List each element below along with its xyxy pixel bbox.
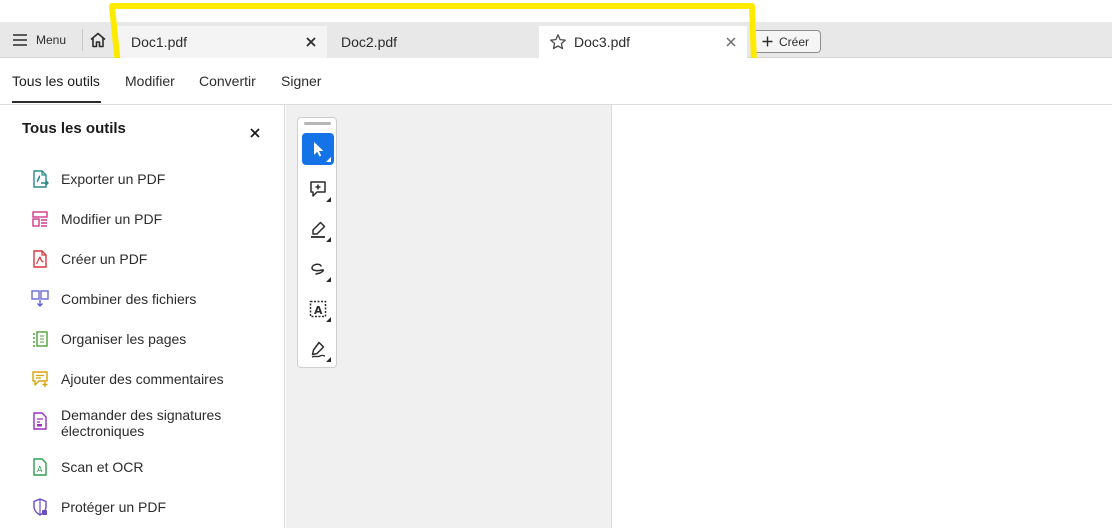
nav-all-tools[interactable]: Tous les outils — [12, 73, 100, 89]
tool-label: Ajouter des commentaires — [61, 371, 224, 387]
scan-ocr-icon: A — [30, 457, 50, 477]
freehand-icon — [311, 263, 325, 275]
plus-icon — [762, 36, 773, 47]
submenu-indicator — [326, 277, 331, 282]
select-tool-button[interactable] — [302, 133, 334, 165]
tool-edit-pdf[interactable]: Modifier un PDF — [30, 209, 162, 229]
tool-nav: Tous les outils Modifier Convertir Signe… — [0, 58, 1112, 105]
create-pdf-icon — [30, 249, 50, 269]
create-button[interactable]: Créer — [752, 30, 821, 53]
star-icon[interactable] — [549, 33, 567, 51]
comment-plus-icon — [310, 181, 326, 197]
tab-label: Doc3.pdf — [574, 34, 631, 50]
home-icon — [90, 32, 106, 48]
request-signatures-icon — [30, 411, 50, 431]
tool-add-comments[interactable]: Ajouter des commentaires — [30, 369, 224, 389]
panel-title: Tous les outils — [22, 120, 126, 137]
tool-organize-pages[interactable]: Organiser les pages — [30, 329, 186, 349]
tool-label: Combiner des fichiers — [61, 291, 197, 307]
submenu-indicator — [326, 237, 331, 242]
comment-icon — [30, 369, 50, 389]
pen-sign-icon — [311, 341, 326, 358]
tab-doc1[interactable]: Doc1.pdf — [117, 26, 327, 58]
document-page-area[interactable] — [613, 105, 1112, 528]
draw-tool-button[interactable] — [302, 253, 334, 285]
tab-doc3[interactable]: Doc3.pdf — [539, 26, 747, 58]
tool-export-pdf[interactable]: Exporter un PDF — [30, 169, 165, 189]
export-pdf-icon — [30, 169, 50, 189]
tab-doc2[interactable]: Doc2.pdf — [327, 26, 539, 58]
cursor-icon — [314, 142, 324, 157]
acrobat-window: Menu Doc1.pdf Doc2.pdf Doc3.pdf Créer To… — [0, 0, 1112, 528]
edit-pdf-icon — [30, 209, 50, 229]
text-box-icon: A — [309, 300, 327, 318]
tool-request-signatures[interactable]: Demander des signatures électroniques — [30, 405, 221, 439]
menu-button[interactable]: Menu — [6, 28, 72, 52]
tool-create-pdf[interactable]: Créer un PDF — [30, 249, 147, 269]
tool-label: Créer un PDF — [61, 251, 148, 267]
nav-convert[interactable]: Convertir — [199, 73, 256, 89]
close-panel-button[interactable] — [250, 125, 264, 139]
tool-label: Protéger un PDF — [61, 499, 167, 515]
submenu-indicator — [326, 317, 331, 322]
hamburger-icon — [13, 34, 27, 46]
nav-sign[interactable]: Signer — [281, 73, 321, 89]
organize-pages-icon — [30, 329, 50, 349]
active-tab-indicator — [12, 101, 101, 103]
tool-scan-ocr[interactable]: A Scan et OCR — [30, 457, 143, 477]
tool-label: Exporter un PDF — [61, 171, 166, 187]
create-label: Créer — [779, 34, 810, 49]
tool-protect-pdf[interactable]: Protéger un PDF — [30, 497, 166, 517]
submenu-indicator — [326, 197, 331, 202]
svg-text:A: A — [37, 465, 43, 474]
submenu-indicator — [326, 157, 331, 162]
tab-bar: Menu Doc1.pdf Doc2.pdf Doc3.pdf Créer — [0, 22, 1112, 58]
menu-label: Menu — [36, 33, 67, 47]
tool-combine-files[interactable]: Combiner des fichiers — [30, 289, 196, 309]
all-tools-panel: Tous les outils Exporter un PDF Modifier… — [0, 105, 285, 528]
toolbar-drag-handle[interactable] — [304, 122, 331, 125]
tab-label: Doc2.pdf — [341, 34, 398, 50]
sign-tool-button[interactable] — [302, 333, 334, 365]
marker-icon — [311, 221, 326, 238]
close-icon[interactable] — [723, 34, 739, 50]
divider — [82, 29, 83, 51]
combine-files-icon — [30, 289, 50, 309]
tool-label: Scan et OCR — [61, 459, 144, 475]
submenu-indicator — [326, 357, 331, 362]
nav-edit[interactable]: Modifier — [125, 73, 175, 89]
tool-label: Demander des signatures électroniques — [61, 407, 222, 439]
add-comment-tool-button[interactable] — [302, 173, 334, 205]
highlight-tool-button[interactable] — [302, 213, 334, 245]
tool-label: Modifier un PDF — [61, 211, 163, 227]
tab-label: Doc1.pdf — [131, 34, 188, 50]
tool-label: Organiser les pages — [61, 331, 187, 347]
quick-tools-toolbar: A — [297, 117, 337, 368]
close-icon — [250, 128, 260, 138]
svg-text:A: A — [314, 304, 323, 317]
close-icon[interactable] — [303, 34, 319, 50]
text-recognition-tool-button[interactable]: A — [302, 293, 334, 325]
home-button[interactable] — [86, 27, 110, 53]
protect-pdf-icon — [30, 497, 50, 517]
